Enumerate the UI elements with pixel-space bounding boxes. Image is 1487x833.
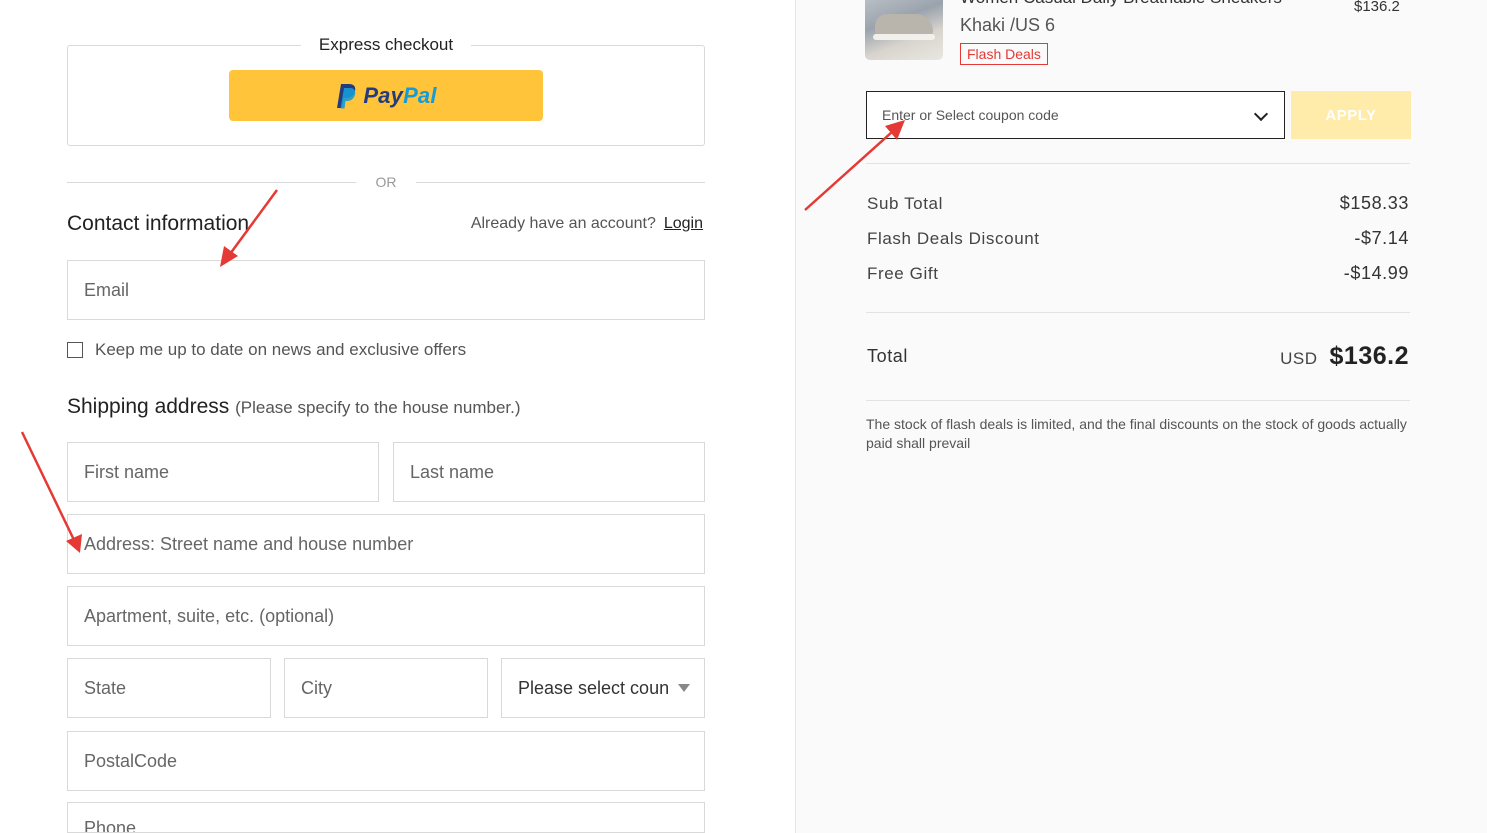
or-divider-right: [416, 182, 705, 183]
checkout-form-column: Express checkout PayPal OR Contact infor…: [0, 0, 795, 833]
email-input[interactable]: [67, 260, 705, 320]
coupon-input[interactable]: [880, 106, 1244, 124]
caret-down-icon: [678, 684, 690, 692]
product-variant: Khaki /US 6: [960, 15, 1056, 35]
total-row: USD $136.2: [1280, 342, 1409, 371]
paypal-wordmark-pay: Pay: [363, 82, 404, 108]
country-select[interactable]: Please select country: [501, 658, 705, 718]
city-input[interactable]: [284, 658, 488, 718]
address-input[interactable]: [67, 514, 705, 574]
newsletter-option[interactable]: Keep me up to date on news and exclusive…: [67, 340, 466, 360]
chevron-down-icon[interactable]: [1253, 106, 1269, 122]
flash-deals-badge: Flash Deals: [960, 43, 1048, 65]
coupon-combobox[interactable]: [866, 91, 1285, 139]
flash-discount-label: Flash Deals Discount: [867, 229, 1040, 248]
summary-divider-top: [866, 163, 1410, 164]
apartment-input[interactable]: [67, 586, 705, 646]
contact-information-heading: Contact information: [67, 212, 250, 235]
paypal-wordmark-pal: Pal: [403, 82, 437, 108]
summary-divider-middle: [866, 312, 1410, 313]
country-select-value: Please select country: [518, 677, 668, 698]
or-divider-text: OR: [375, 174, 397, 190]
newsletter-label: Keep me up to date on news and exclusive…: [95, 340, 467, 359]
free-gift-value: -$14.99: [1343, 263, 1409, 283]
flash-deals-note: The stock of flash deals is limited, and…: [866, 416, 1407, 451]
first-name-input[interactable]: [67, 442, 379, 502]
newsletter-checkbox[interactable]: [67, 342, 83, 358]
total-currency: USD: [1280, 349, 1318, 368]
phone-input[interactable]: [67, 802, 705, 833]
apply-coupon-button[interactable]: APPLY: [1291, 91, 1411, 139]
shipping-title: Shipping address: [67, 395, 230, 418]
or-divider-left: [67, 182, 356, 183]
sneaker-sole: [873, 34, 935, 40]
subtotal-label: Sub Total: [867, 194, 943, 213]
paypal-button[interactable]: PayPal: [229, 70, 543, 121]
free-gift-label: Free Gift: [867, 264, 939, 283]
express-checkout-title: Express checkout: [300, 35, 472, 55]
total-amount: $136.2: [1329, 342, 1409, 370]
account-prompt-text: Already have an account?: [470, 215, 656, 232]
shipping-address-heading: Shipping address (Please specify to the …: [67, 395, 521, 419]
account-prompt: Already have an account? Login: [471, 215, 703, 233]
product-price: $136.2: [1354, 0, 1400, 15]
express-checkout-box: Express checkout PayPal: [67, 35, 705, 146]
summary-divider-bottom: [866, 400, 1410, 401]
paypal-logo-icon: [337, 83, 356, 108]
subtotal-value: $158.33: [1339, 193, 1409, 213]
postal-code-input[interactable]: [67, 731, 705, 791]
paypal-wordmark: PayPal: [363, 83, 436, 109]
product-title: Women Casual Daily Breathable Sneakers: [960, 0, 1282, 8]
product-thumbnail: [865, 0, 943, 60]
total-label: Total: [867, 346, 909, 366]
login-link[interactable]: Login: [664, 215, 703, 232]
flash-discount-value: -$7.14: [1354, 228, 1409, 248]
state-input[interactable]: [67, 658, 271, 718]
shipping-subtitle: (Please specify to the house number.): [235, 398, 521, 417]
last-name-input[interactable]: [393, 442, 705, 502]
